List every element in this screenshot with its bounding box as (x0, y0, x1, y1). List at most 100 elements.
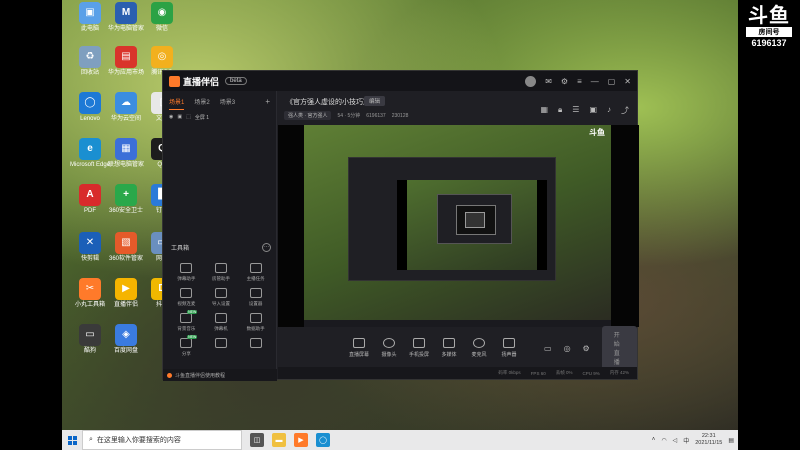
bell-icon[interactable]: ♪ (607, 105, 611, 116)
clock-time: 22:31 (701, 433, 716, 439)
tool-item[interactable]: 视频连麦 (169, 288, 204, 307)
notification-icon[interactable]: ▤ (728, 437, 734, 444)
tool-item[interactable]: NEW 背景音乐 (169, 310, 204, 332)
control-buttons: 直播屏幕 摄像头 手机投屏 多媒体 麦克风 扬声器 (344, 338, 524, 358)
app-logo-icon (169, 75, 180, 87)
list-icon[interactable]: ☰ (572, 105, 579, 116)
tool-item[interactable]: 数据助手 (238, 313, 273, 332)
desktop-app-icon: M (115, 2, 137, 24)
source-item[interactable]: ◉ ▣ ⬚ 全屏 1 (163, 110, 276, 125)
search-placeholder: 在这里输入你要搜索的内容 (96, 437, 181, 444)
start-live-button[interactable]: 开始直播 (601, 326, 637, 370)
desktop-icon[interactable]: ◈ 百度网盘 (102, 324, 150, 355)
desktop-app-icon: ▧ (115, 232, 137, 254)
nested-app-capture (348, 157, 556, 281)
control-button[interactable]: 麦克风 (464, 338, 494, 358)
tool-item[interactable] (238, 338, 273, 357)
wifi-icon[interactable]: ◠ (661, 437, 666, 444)
desktop-app-icon: ▭ (79, 324, 101, 346)
tool-item[interactable] (204, 338, 239, 357)
tool-item[interactable]: 设置器 (238, 288, 273, 307)
tool-icon: NEW (180, 310, 198, 323)
tool-item[interactable]: 弹幕机 (204, 313, 239, 332)
control-button[interactable]: 扬声器 (494, 338, 524, 358)
settings-gear-icon[interactable]: ⚙ (583, 344, 590, 353)
version-pill[interactable]: beta (225, 77, 247, 85)
douyu-watermark: 斗鱼 房间号 6196137 (742, 6, 796, 48)
app-logo: 直播伴侣 (169, 75, 219, 88)
message-icon[interactable]: ✉ (545, 77, 552, 86)
tab-scene-2[interactable]: 场景2 (194, 97, 209, 110)
tool-label: 背景音乐 (177, 326, 196, 331)
avatar[interactable] (525, 75, 537, 87)
desktop-app-icon: + (115, 184, 137, 206)
edit-title-button[interactable]: 编辑 (364, 96, 386, 106)
save-icon[interactable]: ▣ (589, 105, 597, 116)
more-tools-icon[interactable]: ··· (262, 243, 271, 252)
tool-icon (249, 313, 262, 323)
layout-icon[interactable]: ▦ (540, 105, 548, 116)
nested-desktop (407, 180, 537, 270)
control-icon (473, 338, 485, 348)
control-button[interactable]: 手机投屏 (404, 338, 434, 358)
tool-item[interactable]: 房管助手 (204, 263, 239, 282)
taskbar-clock[interactable]: 22:31 2021/11/15 (695, 433, 722, 447)
visibility-icon[interactable]: ◉ (169, 114, 173, 121)
live-preview[interactable]: 斗鱼 (278, 125, 639, 327)
tool-item[interactable]: 导入设置 (204, 288, 239, 307)
tool-icon (249, 338, 262, 348)
control-button[interactable]: 直播屏幕 (344, 338, 374, 358)
minimize-icon[interactable]: — (591, 77, 599, 86)
file-explorer-icon[interactable]: ▬ (272, 433, 286, 447)
tab-scene-3[interactable]: 场景3 (220, 97, 235, 110)
preview-desktop-capture: 斗鱼 (304, 125, 611, 327)
tool-icon (180, 288, 193, 298)
lock-icon[interactable]: ▣ (177, 114, 182, 121)
tool-item[interactable]: 主播任务 (238, 263, 273, 282)
letterbox-right (738, 0, 800, 450)
taskbar-live-companion-icon[interactable]: ▶ (294, 433, 308, 447)
windows-start-icon[interactable] (62, 430, 82, 450)
tool-label: 数据助手 (246, 326, 265, 331)
control-button[interactable]: 多媒体 (434, 338, 464, 358)
camera-rec-icon[interactable]: ◎ (564, 344, 571, 353)
taskbar-search-input[interactable]: ⌕ 在这里输入你要搜索的内容 (82, 430, 242, 450)
lang-indicator[interactable]: 中 (683, 436, 689, 445)
lock-screen-icon[interactable]: 🔒︎ (558, 105, 562, 116)
add-scene-icon[interactable]: + (265, 97, 270, 110)
volume-icon[interactable]: ◁ (673, 437, 678, 444)
help-text: 斗鱼直播伴侣使用教程 (175, 372, 226, 379)
category-tag[interactable]: 强人类 · 官方强人 (284, 111, 332, 120)
record-icon[interactable]: ▭ (544, 344, 552, 353)
tool-icon (180, 263, 193, 273)
tool-item[interactable]: 弹幕助手 (169, 263, 204, 282)
tools-title: 工具箱 (171, 246, 190, 252)
menu-icon[interactable]: ≡ (577, 77, 582, 86)
tab-scene-1[interactable]: 场景1 (169, 97, 185, 110)
desktop-app-icon: e (79, 138, 101, 160)
source-controls: 直播屏幕 摄像头 手机投屏 多媒体 麦克风 扬声器 ▭ ◎ ⚙ 开始直播 (278, 326, 637, 370)
status-cpu: CPU 9% (582, 370, 600, 376)
control-button[interactable]: 摄像头 (374, 338, 404, 358)
tool-label: 主播任务 (246, 276, 265, 281)
desktop-icon[interactable]: ◉ 微信 (138, 2, 186, 33)
tray-up-icon[interactable]: ˄ (652, 437, 656, 443)
tool-icon (214, 338, 227, 348)
desktop-app-icon: ◈ (115, 324, 137, 346)
taskbar-lenovo-icon[interactable]: ◯ (316, 433, 330, 447)
scene-sidebar: 场景1 场景2 场景3 + ◉ ▣ ⬚ 全屏 1 工具箱 ··· 弹幕助手 房管助… (163, 91, 277, 381)
screen-icon: ⬚ (186, 114, 191, 120)
tool-item[interactable]: NEW 分享 (169, 335, 204, 357)
letterbox-left (0, 0, 62, 450)
share-icon[interactable]: ⤴ (621, 105, 629, 116)
help-link[interactable]: 斗鱼直播伴侣使用教程 (163, 369, 277, 381)
info-duration: 54 · 5分钟 (337, 113, 361, 119)
control-icon (503, 338, 515, 348)
settings-icon[interactable]: ⚙ (561, 77, 568, 86)
close-icon[interactable]: ✕ (624, 77, 631, 86)
tool-label: 视频连麦 (177, 301, 196, 306)
nested-app-2 (437, 194, 512, 244)
task-view-icon[interactable]: ◫ (250, 433, 264, 447)
stream-title[interactable]: 《官方强人虚设的小技巧》 (286, 97, 370, 107)
maximize-icon[interactable]: ▢ (608, 77, 616, 86)
